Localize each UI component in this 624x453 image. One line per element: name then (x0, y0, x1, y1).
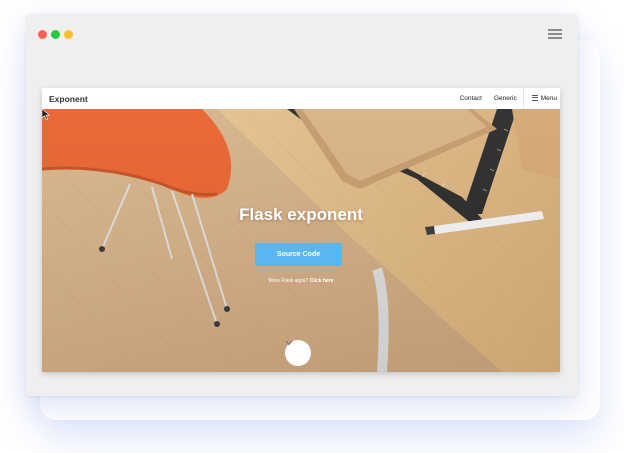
hero-section: Flask exponent Source Code More Flask ap… (42, 109, 560, 372)
nav-links: Contact Generic Menu (454, 88, 560, 109)
more-apps-text: More Flask apps? (268, 278, 310, 284)
chevron-down-icon (285, 340, 293, 346)
site-navbar: Exponent Contact Generic Menu (42, 88, 560, 109)
nav-generic[interactable]: Generic (488, 95, 523, 102)
minimize-button[interactable] (51, 30, 60, 39)
source-code-button[interactable]: Source Code (255, 243, 342, 266)
hero-background-image (42, 109, 560, 372)
maximize-button[interactable] (64, 30, 73, 39)
mouse-cursor-icon (42, 109, 50, 120)
more-apps-line: More Flask apps? Click here (42, 278, 560, 284)
menu-icon (531, 95, 538, 102)
click-here-link[interactable]: Click here (310, 278, 334, 284)
site-brand[interactable]: Exponent (49, 94, 88, 104)
hamburger-icon[interactable] (548, 29, 562, 41)
hero-title: Flask exponent (239, 205, 363, 224)
close-button[interactable] (38, 30, 47, 39)
nav-menu-label: Menu (540, 95, 557, 102)
website-preview: Flask exponent Source Code More Flask ap… (42, 88, 560, 372)
browser-window: Flask exponent Source Code More Flask ap… (26, 14, 578, 396)
nav-contact[interactable]: Contact (454, 95, 488, 102)
nav-menu-button[interactable]: Menu (522, 88, 560, 109)
window-controls (38, 30, 73, 39)
scroll-down-button[interactable] (285, 340, 311, 366)
